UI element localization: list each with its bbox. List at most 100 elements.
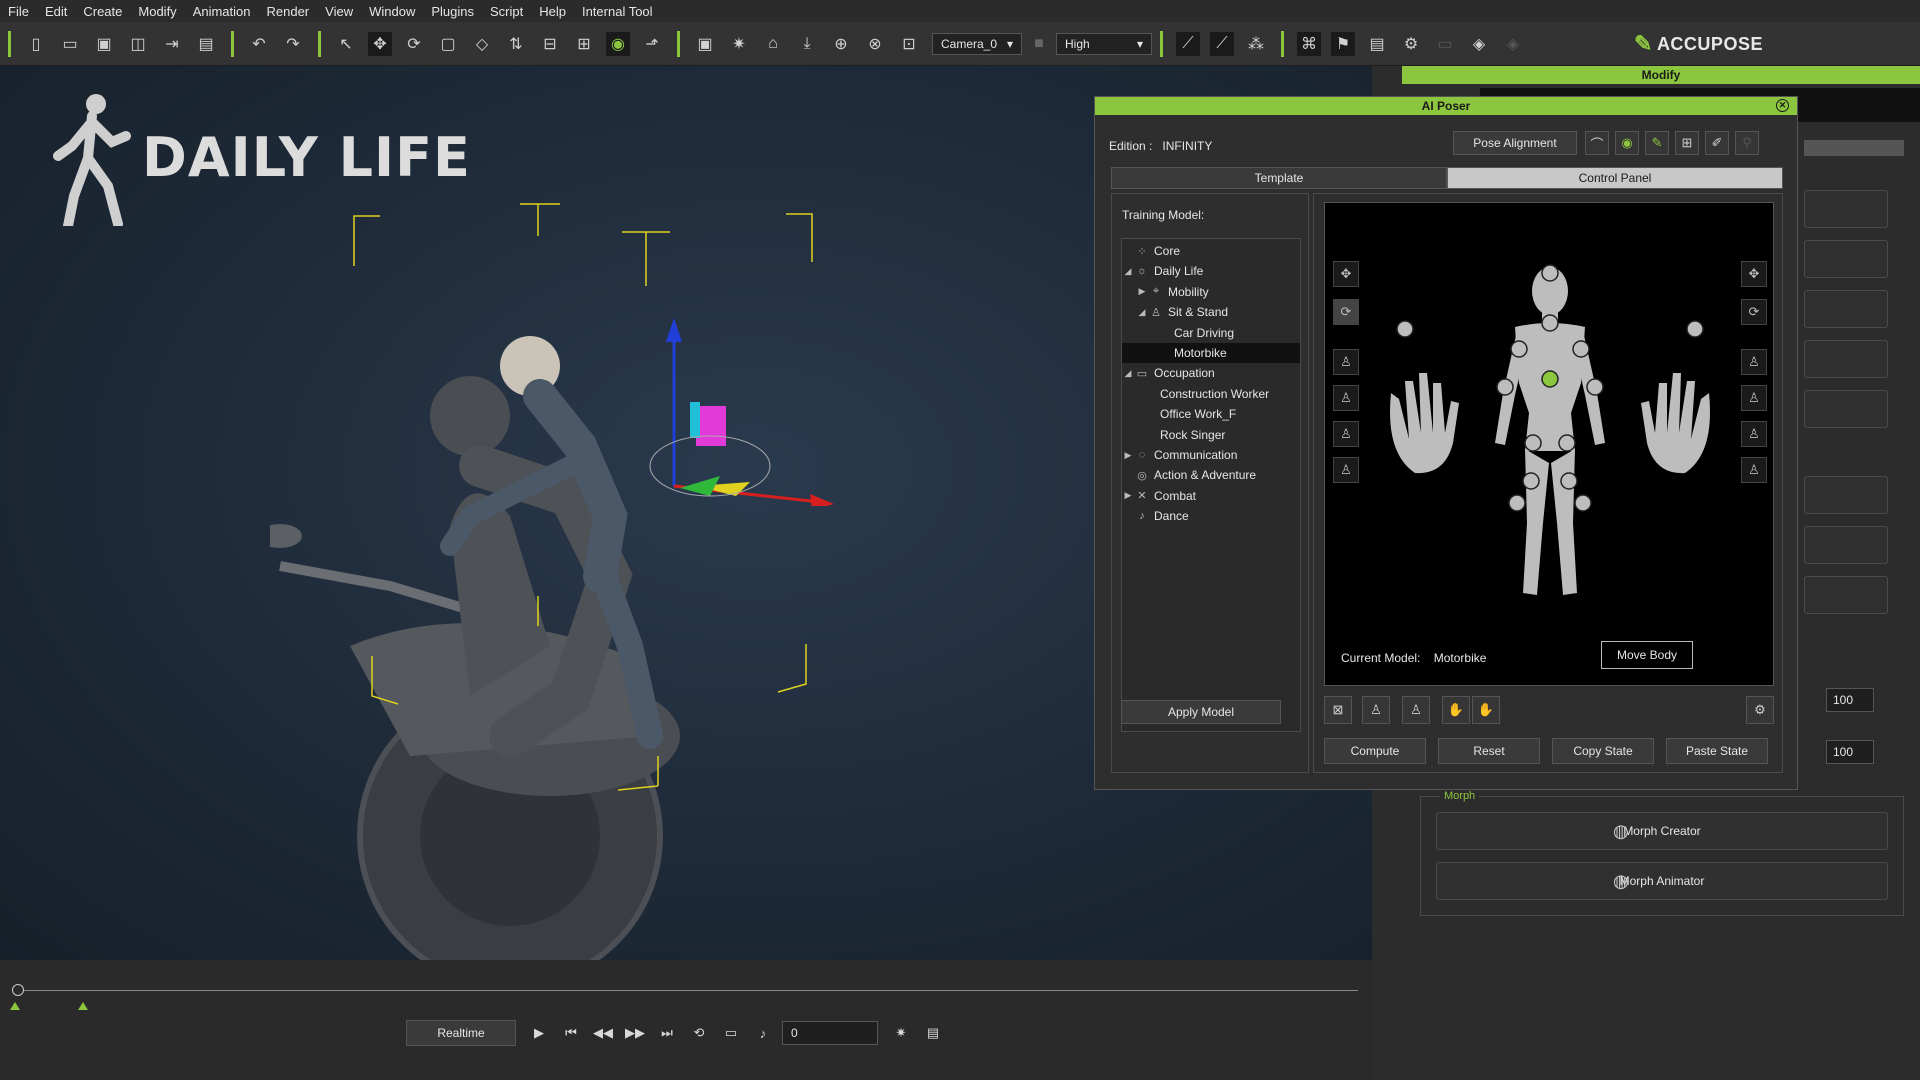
light-icon[interactable]: ✷ — [727, 32, 751, 56]
expanded-arrow-icon[interactable]: ◢ — [1122, 368, 1134, 379]
ai-poser-titlebar[interactable]: AI Poser ✕ — [1095, 97, 1797, 115]
ai-poser-icon[interactable]: ⌘ — [1297, 31, 1321, 56]
redo-icon[interactable]: ↷ — [281, 32, 305, 56]
reset-button[interactable]: Reset — [1438, 738, 1540, 764]
rotate-icon[interactable]: ⟳ — [1333, 299, 1359, 325]
menu-item-window[interactable]: Window — [361, 4, 423, 19]
expanded-arrow-icon[interactable]: ◢ — [1136, 307, 1148, 318]
zoom-extents-icon[interactable]: ⊡ — [897, 32, 921, 56]
morph-animator-button[interactable]: ◍ Morph Animator — [1436, 862, 1888, 900]
tree-item[interactable]: ⁘ Core — [1122, 241, 1300, 261]
tree-item[interactable]: ◢ ☼ Daily Life — [1122, 261, 1300, 281]
play-icon[interactable]: ▶ — [526, 1021, 552, 1045]
menu-item-modify[interactable]: Modify — [130, 4, 184, 19]
tree-item[interactable]: ▶ ✕ Combat — [1122, 486, 1300, 506]
tree-item[interactable]: ◢ ♙ Sit & Stand — [1122, 302, 1300, 322]
undo-icon[interactable]: ↶ — [247, 32, 271, 56]
expanded-arrow-icon[interactable]: ◢ — [1122, 266, 1134, 277]
panel-slider[interactable] — [1804, 140, 1904, 156]
skip-end-icon[interactable]: ⏭ — [654, 1021, 680, 1045]
value-input-2[interactable]: 100 — [1826, 740, 1874, 764]
previous-frame-icon[interactable]: ◀◀ — [590, 1021, 616, 1045]
menu-item-render[interactable]: Render — [259, 4, 318, 19]
body-preset-icon[interactable]: ♙ — [1333, 421, 1359, 447]
collapsed-arrow-icon[interactable]: ▶ — [1122, 490, 1134, 501]
home-camera-icon[interactable]: ⌂ — [761, 32, 785, 56]
settings-gear-icon[interactable]: ⚙ — [1746, 696, 1774, 724]
pencil-icon[interactable]: ✎ — [1645, 131, 1669, 155]
body-preset-icon[interactable]: ♙ — [1333, 385, 1359, 411]
move-body-button[interactable]: Move Body — [1601, 641, 1693, 669]
distribute-icon[interactable]: ⊞ — [572, 32, 596, 56]
hand-grab-icon[interactable]: ✋ — [1472, 696, 1500, 724]
subtitle-icon[interactable]: ▭ — [718, 1021, 744, 1045]
grid-icon[interactable]: ⊞ — [1675, 131, 1699, 155]
mirror-icon[interactable]: ⊠ — [1324, 696, 1352, 724]
frame-input[interactable]: 0 — [782, 1021, 878, 1045]
frame-selected-icon[interactable]: ⊕ — [829, 32, 853, 56]
close-icon[interactable]: ✕ — [1776, 99, 1789, 112]
fk-icon[interactable]: ⟋ — [1210, 31, 1234, 56]
camera-icon[interactable]: ■ — [1027, 32, 1051, 56]
flag-icon[interactable]: ⚑ — [1331, 31, 1355, 56]
export-icon[interactable]: ⇥ — [160, 32, 184, 56]
apply-model-button[interactable]: Apply Model — [1121, 700, 1281, 724]
realtime-button[interactable]: Realtime — [406, 1020, 516, 1046]
rotate-icon[interactable]: ⟳ — [402, 32, 426, 56]
figure-select-icon[interactable]: ♙ — [1362, 696, 1390, 724]
body-preset-icon[interactable]: ♙ — [1741, 421, 1767, 447]
range-start-marker[interactable] — [10, 1002, 20, 1010]
character-icon[interactable]: ◉ — [1615, 131, 1639, 155]
menu-item-view[interactable]: View — [317, 4, 361, 19]
tree-item[interactable]: Construction Worker — [1122, 384, 1300, 404]
viewport-layout-icon[interactable]: ▣ — [693, 32, 717, 56]
music-note-icon[interactable]: ♪ — [750, 1021, 776, 1045]
timeline-settings-icon[interactable]: ✷ — [888, 1021, 914, 1045]
move-arrows-icon[interactable]: ✥ — [1333, 261, 1359, 287]
body-preset-icon[interactable]: ♙ — [1741, 457, 1767, 483]
frame-all-icon[interactable]: ⊗ — [863, 32, 887, 56]
drop-to-floor-icon[interactable]: ⤓ — [795, 32, 819, 56]
link-icon[interactable]: ⇅ — [504, 32, 528, 56]
menu-item-plugins[interactable]: Plugins — [423, 4, 482, 19]
value-input-1[interactable]: 100 — [1826, 688, 1874, 712]
panel-field[interactable] — [1804, 526, 1888, 564]
tree-item[interactable]: ◎ Action & Adventure — [1122, 465, 1300, 485]
body-preset-icon[interactable]: ♙ — [1741, 349, 1767, 375]
panel-field[interactable] — [1804, 476, 1888, 514]
clipboard-icon[interactable]: ▤ — [1365, 32, 1389, 56]
paste-state-button[interactable]: Paste State — [1666, 738, 1768, 764]
morph-creator-button[interactable]: ◍ Morph Creator — [1436, 812, 1888, 850]
menu-item-script[interactable]: Script — [482, 4, 531, 19]
tree-item[interactable]: Office Work_F — [1122, 404, 1300, 424]
select-icon[interactable]: ↖ — [334, 32, 358, 56]
panel-field[interactable] — [1804, 390, 1888, 428]
menu-item-edit[interactable]: Edit — [37, 4, 75, 19]
pose-edit-icon[interactable]: ✐ — [1705, 131, 1729, 155]
lock-rotate-icon[interactable]: ⟳ — [1741, 299, 1767, 325]
panel-field[interactable] — [1804, 576, 1888, 614]
align-icon[interactable]: ⊟ — [538, 32, 562, 56]
collapsed-arrow-icon[interactable]: ▶ — [1122, 450, 1134, 461]
pose-alignment-button[interactable]: Pose Alignment — [1453, 131, 1577, 155]
disabled-tool-icon[interactable]: ⚲ — [1735, 131, 1759, 155]
move-icon[interactable]: ✥ — [368, 31, 392, 56]
loop-icon[interactable]: ⟲ — [686, 1021, 712, 1045]
attach-icon[interactable]: ⬏ — [640, 32, 664, 56]
panel-field[interactable] — [1804, 240, 1888, 278]
tree-item[interactable]: ▶ ⌖ Mobility — [1122, 282, 1300, 302]
motion-puppet-icon[interactable]: ⁂ — [1244, 32, 1268, 56]
tab-template[interactable]: Template — [1111, 167, 1447, 189]
preview-icon[interactable]: ◫ — [126, 32, 150, 56]
timeline-playhead[interactable] — [12, 984, 24, 996]
tree-item[interactable]: ♪ Dance — [1122, 506, 1300, 526]
disabled-tool-icon[interactable]: ▭ — [1433, 32, 1457, 56]
timeline-track[interactable] — [18, 990, 1358, 991]
visibility-eye-icon[interactable]: ◉ — [606, 31, 630, 56]
tree-item[interactable]: Rock Singer — [1122, 425, 1300, 445]
panel-field[interactable] — [1804, 340, 1888, 378]
panel-field[interactable] — [1804, 190, 1888, 228]
figure-pose-icon[interactable]: ♙ — [1402, 696, 1430, 724]
open-folder-icon[interactable]: ▭ — [58, 32, 82, 56]
skip-start-icon[interactable]: ⏮ — [558, 1021, 584, 1045]
